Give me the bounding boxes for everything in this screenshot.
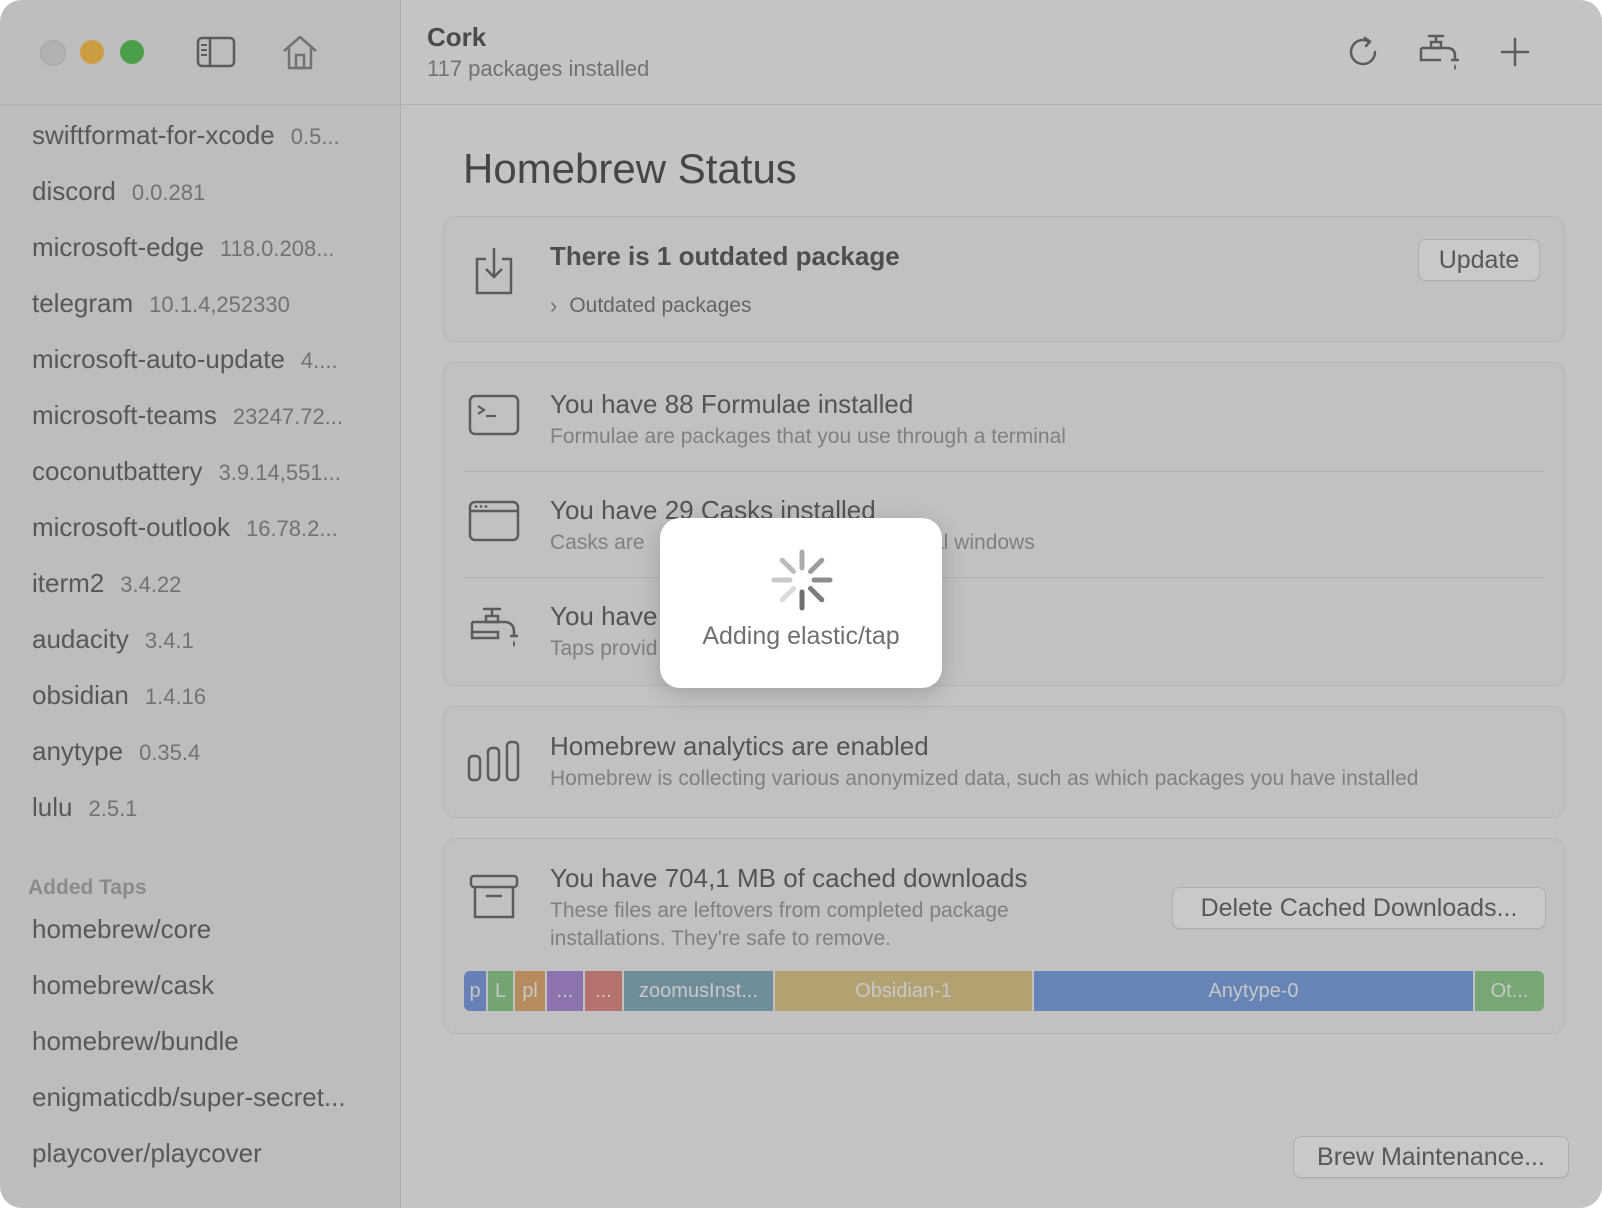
progress-sheet: Adding elastic/tap <box>660 518 942 688</box>
loading-spinner-icon <box>771 549 833 611</box>
app-window: swiftformat-for-xcode 0.5... discord 0.0.28… <box>0 0 1602 1208</box>
progress-message: Adding elastic/tap <box>702 622 900 650</box>
